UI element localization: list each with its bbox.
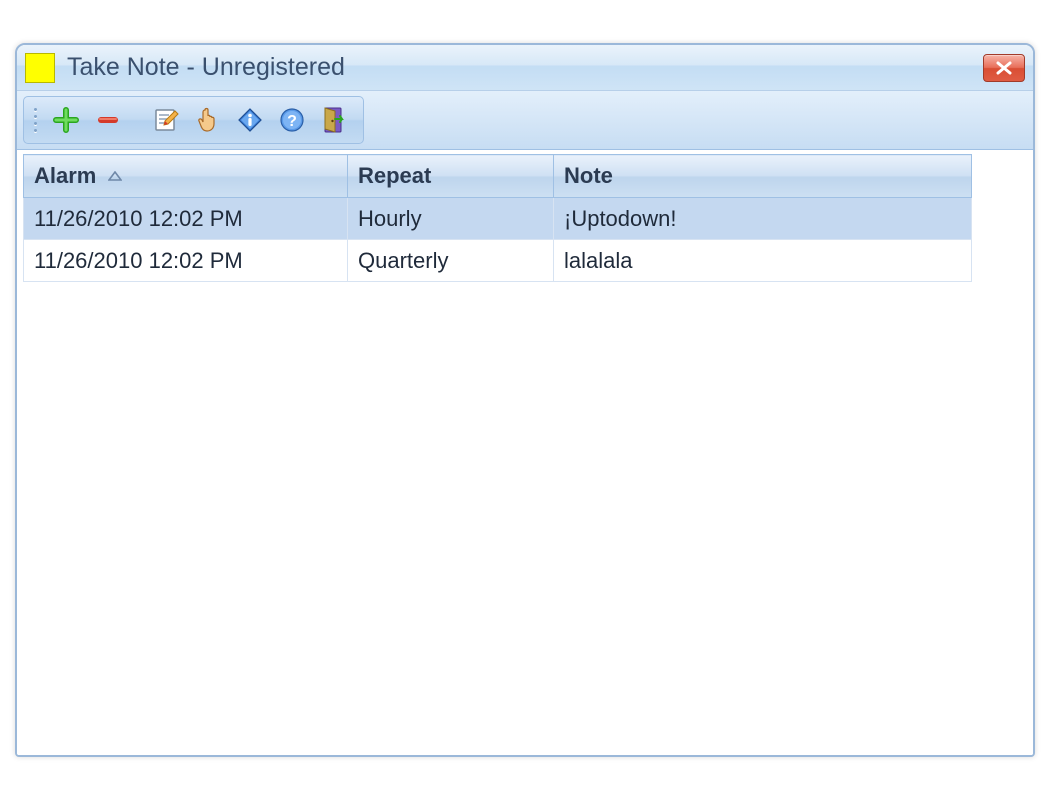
column-header-repeat-label: Repeat xyxy=(358,163,431,188)
titlebar[interactable]: Take Note - Unregistered xyxy=(17,45,1033,91)
info-button[interactable] xyxy=(231,101,269,139)
toolbar: ? xyxy=(23,96,364,144)
toolbar-grip[interactable] xyxy=(34,106,37,134)
sort-asc-icon xyxy=(108,171,122,181)
table-row[interactable]: 11/26/2010 12:02 PM Quarterly lalalala xyxy=(24,240,972,282)
column-header-alarm-label: Alarm xyxy=(34,163,96,188)
cell-alarm: 11/26/2010 12:02 PM xyxy=(24,240,348,282)
plus-icon xyxy=(53,107,79,133)
toolbar-container: ? xyxy=(17,91,1033,150)
app-window: Take Note - Unregistered xyxy=(15,43,1035,757)
column-header-note-label: Note xyxy=(564,163,613,188)
cell-repeat: Quarterly xyxy=(348,240,554,282)
column-header-note[interactable]: Note xyxy=(554,155,972,198)
column-header-repeat[interactable]: Repeat xyxy=(348,155,554,198)
cell-alarm: 11/26/2010 12:02 PM xyxy=(24,198,348,240)
cell-repeat: Hourly xyxy=(348,198,554,240)
exit-button[interactable] xyxy=(315,101,353,139)
add-button[interactable] xyxy=(47,101,85,139)
content-area: Alarm Repeat Note xyxy=(17,150,1033,755)
close-icon xyxy=(995,61,1013,75)
edit-button[interactable] xyxy=(147,101,185,139)
table-container: Alarm Repeat Note xyxy=(23,154,1027,749)
app-icon xyxy=(25,53,55,83)
close-button[interactable] xyxy=(983,54,1025,82)
cell-note: ¡Uptodown! xyxy=(554,198,972,240)
hand-icon xyxy=(195,106,221,134)
edit-icon xyxy=(153,107,179,133)
table-row[interactable]: 11/26/2010 12:02 PM Hourly ¡Uptodown! xyxy=(24,198,972,240)
pointer-button[interactable] xyxy=(189,101,227,139)
remove-button[interactable] xyxy=(89,101,127,139)
window-title: Take Note - Unregistered xyxy=(67,53,983,82)
help-icon: ? xyxy=(279,107,305,133)
alarms-table: Alarm Repeat Note xyxy=(23,154,972,282)
exit-icon xyxy=(321,106,347,134)
help-button[interactable]: ? xyxy=(273,101,311,139)
cell-note: lalalala xyxy=(554,240,972,282)
column-header-alarm[interactable]: Alarm xyxy=(24,155,348,198)
svg-text:?: ? xyxy=(287,113,297,130)
minus-icon xyxy=(95,107,121,133)
table-header-row: Alarm Repeat Note xyxy=(24,155,972,198)
info-icon xyxy=(237,107,263,133)
